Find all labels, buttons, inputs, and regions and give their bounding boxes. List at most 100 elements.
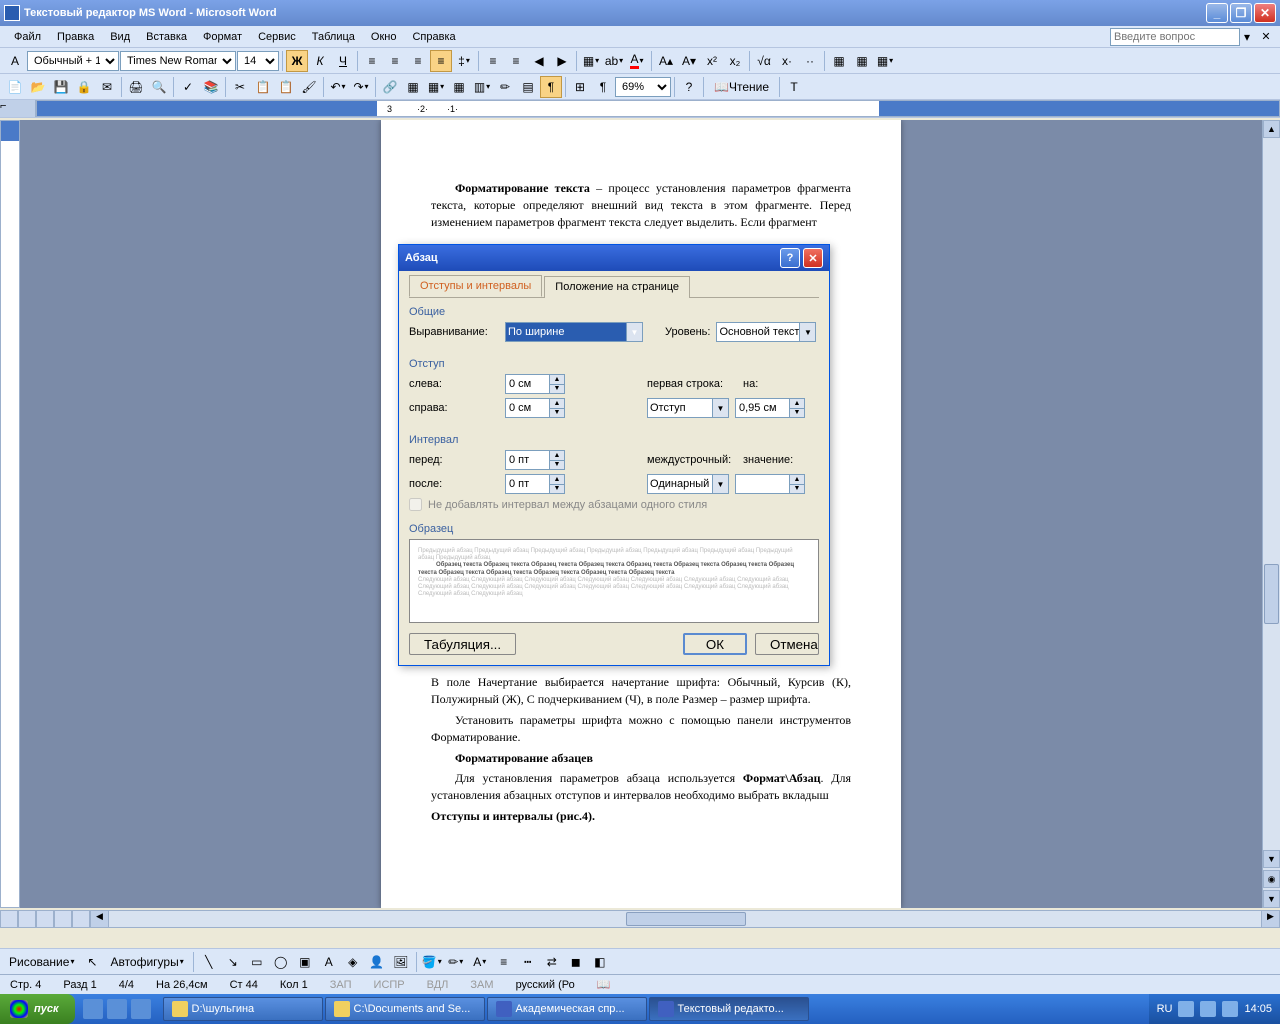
3d-button[interactable]: ◧ bbox=[589, 951, 611, 973]
help-search-input[interactable] bbox=[1110, 28, 1240, 46]
ok-button[interactable]: ОК bbox=[683, 633, 747, 655]
firstline-select[interactable]: Отступ▼ bbox=[647, 398, 729, 418]
horizontal-scrollbar[interactable]: ◀ ▶ bbox=[90, 910, 1280, 928]
view-reading[interactable] bbox=[72, 910, 90, 928]
minimize-button[interactable]: _ bbox=[1206, 3, 1228, 23]
abc-button[interactable]: ·· bbox=[799, 50, 821, 72]
view-normal[interactable] bbox=[0, 910, 18, 928]
status-ext[interactable]: ВДЛ bbox=[423, 979, 453, 991]
subscript-button[interactable]: x₂ bbox=[724, 50, 746, 72]
firstline-by-spinner[interactable]: 0,95 см▲▼ bbox=[735, 398, 805, 418]
extra2-button[interactable]: ▦ bbox=[851, 50, 873, 72]
tray-time[interactable]: 14:05 bbox=[1244, 1003, 1272, 1015]
spin-up[interactable]: ▲ bbox=[789, 475, 804, 485]
right-indent-spinner[interactable]: 0 см▲▼ bbox=[505, 398, 565, 418]
superscript-button[interactable]: x² bbox=[701, 50, 723, 72]
para-button[interactable]: ¶ bbox=[592, 76, 614, 98]
autoshapes-menu[interactable]: Автофигуры bbox=[105, 951, 188, 973]
spin-up[interactable]: ▲ bbox=[549, 375, 564, 385]
arrow-style-button[interactable]: ⇄ bbox=[541, 951, 563, 973]
ruler-corner[interactable]: ⌐ bbox=[0, 100, 36, 117]
ql-1[interactable] bbox=[83, 999, 103, 1019]
research-button[interactable]: 📚 bbox=[200, 76, 222, 98]
left-indent-spinner[interactable]: 0 см▲▼ bbox=[505, 374, 565, 394]
status-lang[interactable]: русский (Ро bbox=[512, 979, 579, 991]
bold-button[interactable]: Ж bbox=[286, 50, 308, 72]
fill-color-button[interactable]: 🪣 bbox=[421, 951, 443, 973]
align-right-button[interactable]: ≡ bbox=[407, 50, 429, 72]
oval-button[interactable]: ◯ bbox=[270, 951, 292, 973]
ql-2[interactable] bbox=[107, 999, 127, 1019]
scroll-down-button[interactable]: ▼ bbox=[1263, 850, 1280, 868]
ql-3[interactable] bbox=[131, 999, 151, 1019]
line-button[interactable]: ╲ bbox=[198, 951, 220, 973]
insert-table-button[interactable]: ▦ bbox=[425, 76, 447, 98]
align-center-button[interactable]: ≡ bbox=[384, 50, 406, 72]
diagram-button[interactable]: ◈ bbox=[342, 951, 364, 973]
status-rec[interactable]: ЗАП bbox=[326, 979, 356, 991]
align-justify-button[interactable]: ≡ bbox=[430, 50, 452, 72]
taskbar-item-2[interactable]: C:\Documents and Se... bbox=[325, 997, 485, 1021]
line-color-button[interactable]: ✏ bbox=[445, 951, 467, 973]
dialog-help-button[interactable]: ? bbox=[780, 248, 800, 268]
numbering-button[interactable]: ≡ bbox=[482, 50, 504, 72]
spin-down[interactable]: ▼ bbox=[789, 409, 804, 418]
arrow-button[interactable]: ↘ bbox=[222, 951, 244, 973]
menu-file[interactable]: Файл bbox=[6, 29, 49, 45]
rectangle-button[interactable]: ▭ bbox=[246, 951, 268, 973]
extra-t-button[interactable]: T bbox=[783, 76, 805, 98]
hyperlink-button[interactable]: 🔗 bbox=[379, 76, 401, 98]
borders-button[interactable]: ▦ bbox=[580, 50, 602, 72]
italic-button[interactable]: К bbox=[309, 50, 331, 72]
new-button[interactable]: 📄 bbox=[4, 76, 26, 98]
next-page-button[interactable]: ▼ bbox=[1263, 890, 1280, 908]
linespacing-select[interactable]: Одинарный▼ bbox=[647, 474, 729, 494]
hscroll-right[interactable]: ▶ bbox=[1261, 911, 1279, 927]
redo-button[interactable]: ↷ bbox=[350, 76, 372, 98]
decrease-indent-button[interactable]: ◀ bbox=[528, 50, 550, 72]
after-spinner[interactable]: 0 пт▲▼ bbox=[505, 474, 565, 494]
spin-up[interactable]: ▲ bbox=[549, 399, 564, 409]
preview-button[interactable]: 🔍 bbox=[148, 76, 170, 98]
line-spacing-button[interactable]: ‡ bbox=[453, 50, 475, 72]
cancel-button[interactable]: Отмена bbox=[755, 633, 819, 655]
horizontal-ruler[interactable]: 3·2··1· bbox=[36, 100, 1280, 117]
print-button[interactable]: 🖨 bbox=[125, 76, 147, 98]
tab-indents[interactable]: Отступы и интервалы bbox=[409, 275, 542, 297]
shrink-font-button[interactable]: A▾ bbox=[678, 50, 700, 72]
view-print[interactable] bbox=[36, 910, 54, 928]
spell-button[interactable]: ✓ bbox=[177, 76, 199, 98]
font-color-button[interactable]: A bbox=[626, 50, 648, 72]
menu-help[interactable]: Справка bbox=[404, 29, 463, 45]
extra3-button[interactable]: ▦ bbox=[874, 50, 896, 72]
style-select[interactable]: Обычный + 14 п bbox=[27, 51, 119, 71]
close-button[interactable]: ✕ bbox=[1254, 3, 1276, 23]
scroll-thumb[interactable] bbox=[1264, 564, 1279, 624]
align-left-button[interactable]: ≡ bbox=[361, 50, 383, 72]
wordart-button[interactable]: A bbox=[318, 951, 340, 973]
status-ovr[interactable]: ЗАМ bbox=[466, 979, 497, 991]
spin-up[interactable]: ▲ bbox=[549, 451, 564, 461]
drawing-menu[interactable]: Рисование bbox=[4, 951, 79, 973]
menu-table[interactable]: Таблица bbox=[304, 29, 363, 45]
excel-button[interactable]: ▦ bbox=[448, 76, 470, 98]
undo-button[interactable]: ↶ bbox=[327, 76, 349, 98]
help-dropdown[interactable]: ▾ bbox=[1240, 26, 1254, 48]
line-style-button[interactable]: ≡ bbox=[493, 951, 515, 973]
draw-font-color-button[interactable]: A bbox=[469, 951, 491, 973]
taskbar-item-3[interactable]: Академическая спр... bbox=[487, 997, 647, 1021]
cut-button[interactable]: ✂ bbox=[229, 76, 251, 98]
extra1-button[interactable]: ▦ bbox=[828, 50, 850, 72]
hscroll-left[interactable]: ◀ bbox=[91, 911, 109, 927]
menu-window[interactable]: Окно bbox=[363, 29, 405, 45]
textbox-button[interactable]: ▣ bbox=[294, 951, 316, 973]
select-objects-button[interactable]: ↖ bbox=[81, 951, 103, 973]
tray-icon-3[interactable] bbox=[1222, 1001, 1238, 1017]
level-select[interactable]: Основной текст▼ bbox=[716, 322, 816, 342]
tray-lang[interactable]: RU bbox=[1157, 1003, 1173, 1015]
paste-button[interactable]: 📋 bbox=[275, 76, 297, 98]
vertical-ruler[interactable] bbox=[0, 120, 20, 908]
status-spell-icon[interactable]: 📖 bbox=[593, 978, 615, 991]
dialog-titlebar[interactable]: Абзац ? ✕ bbox=[399, 245, 829, 271]
clipart-button[interactable]: 👤 bbox=[366, 951, 388, 973]
